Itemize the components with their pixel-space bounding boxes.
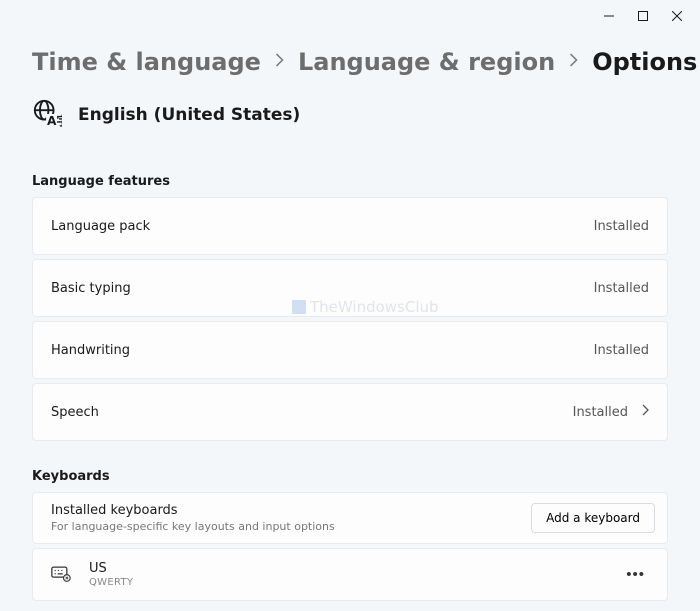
close-icon (672, 11, 682, 21)
feature-label: Basic typing (51, 281, 131, 296)
feature-status: Installed (573, 404, 649, 420)
feature-row-speech[interactable]: Speech Installed (32, 383, 668, 441)
keyboard-item: US QWERTY ••• (32, 548, 668, 601)
installed-keyboards-row: Installed keyboards For language-specifi… (32, 492, 668, 544)
language-features-heading: Language features (32, 174, 668, 189)
keyboard-layout: QWERTY (89, 577, 133, 588)
installed-keyboards-subtitle: For language-specific key layouts and in… (51, 520, 335, 533)
feature-status: Installed (594, 343, 649, 358)
keyboards-heading: Keyboards (32, 469, 668, 484)
page-title-row: A字 English (United States) (32, 98, 668, 132)
feature-label: Language pack (51, 219, 150, 234)
feature-row-basic-typing[interactable]: Basic typing Installed (32, 259, 668, 317)
keyboard-name: US (89, 561, 133, 576)
breadcrumb-language-region[interactable]: Language & region (298, 48, 555, 76)
add-keyboard-button[interactable]: Add a keyboard (531, 503, 655, 533)
feature-label: Handwriting (51, 343, 130, 358)
feature-row-handwriting[interactable]: Handwriting Installed (32, 321, 668, 379)
breadcrumb: Time & language Language & region Option… (32, 48, 668, 76)
chevron-right-icon (569, 52, 578, 72)
feature-row-language-pack[interactable]: Language pack Installed (32, 197, 668, 255)
page-title: English (United States) (78, 105, 300, 125)
feature-status: Installed (594, 219, 649, 234)
feature-status-text: Installed (573, 405, 628, 420)
chevron-right-icon (275, 52, 284, 72)
chevron-right-icon (642, 404, 649, 420)
maximize-icon (638, 11, 648, 21)
breadcrumb-time-language[interactable]: Time & language (32, 48, 261, 76)
language-globe-icon: A字 (32, 98, 62, 132)
minimize-icon (604, 11, 614, 21)
window-titlebar (0, 0, 700, 32)
window-maximize-button[interactable] (626, 2, 660, 30)
breadcrumb-current: Options (592, 48, 697, 76)
window-minimize-button[interactable] (592, 2, 626, 30)
feature-status: Installed (594, 281, 649, 296)
window-close-button[interactable] (660, 2, 694, 30)
keyboard-icon (51, 563, 71, 587)
svg-text:A字: A字 (47, 113, 62, 128)
keyboard-more-button[interactable]: ••• (622, 562, 649, 587)
installed-keyboards-title: Installed keyboards (51, 503, 335, 518)
feature-label: Speech (51, 405, 99, 420)
